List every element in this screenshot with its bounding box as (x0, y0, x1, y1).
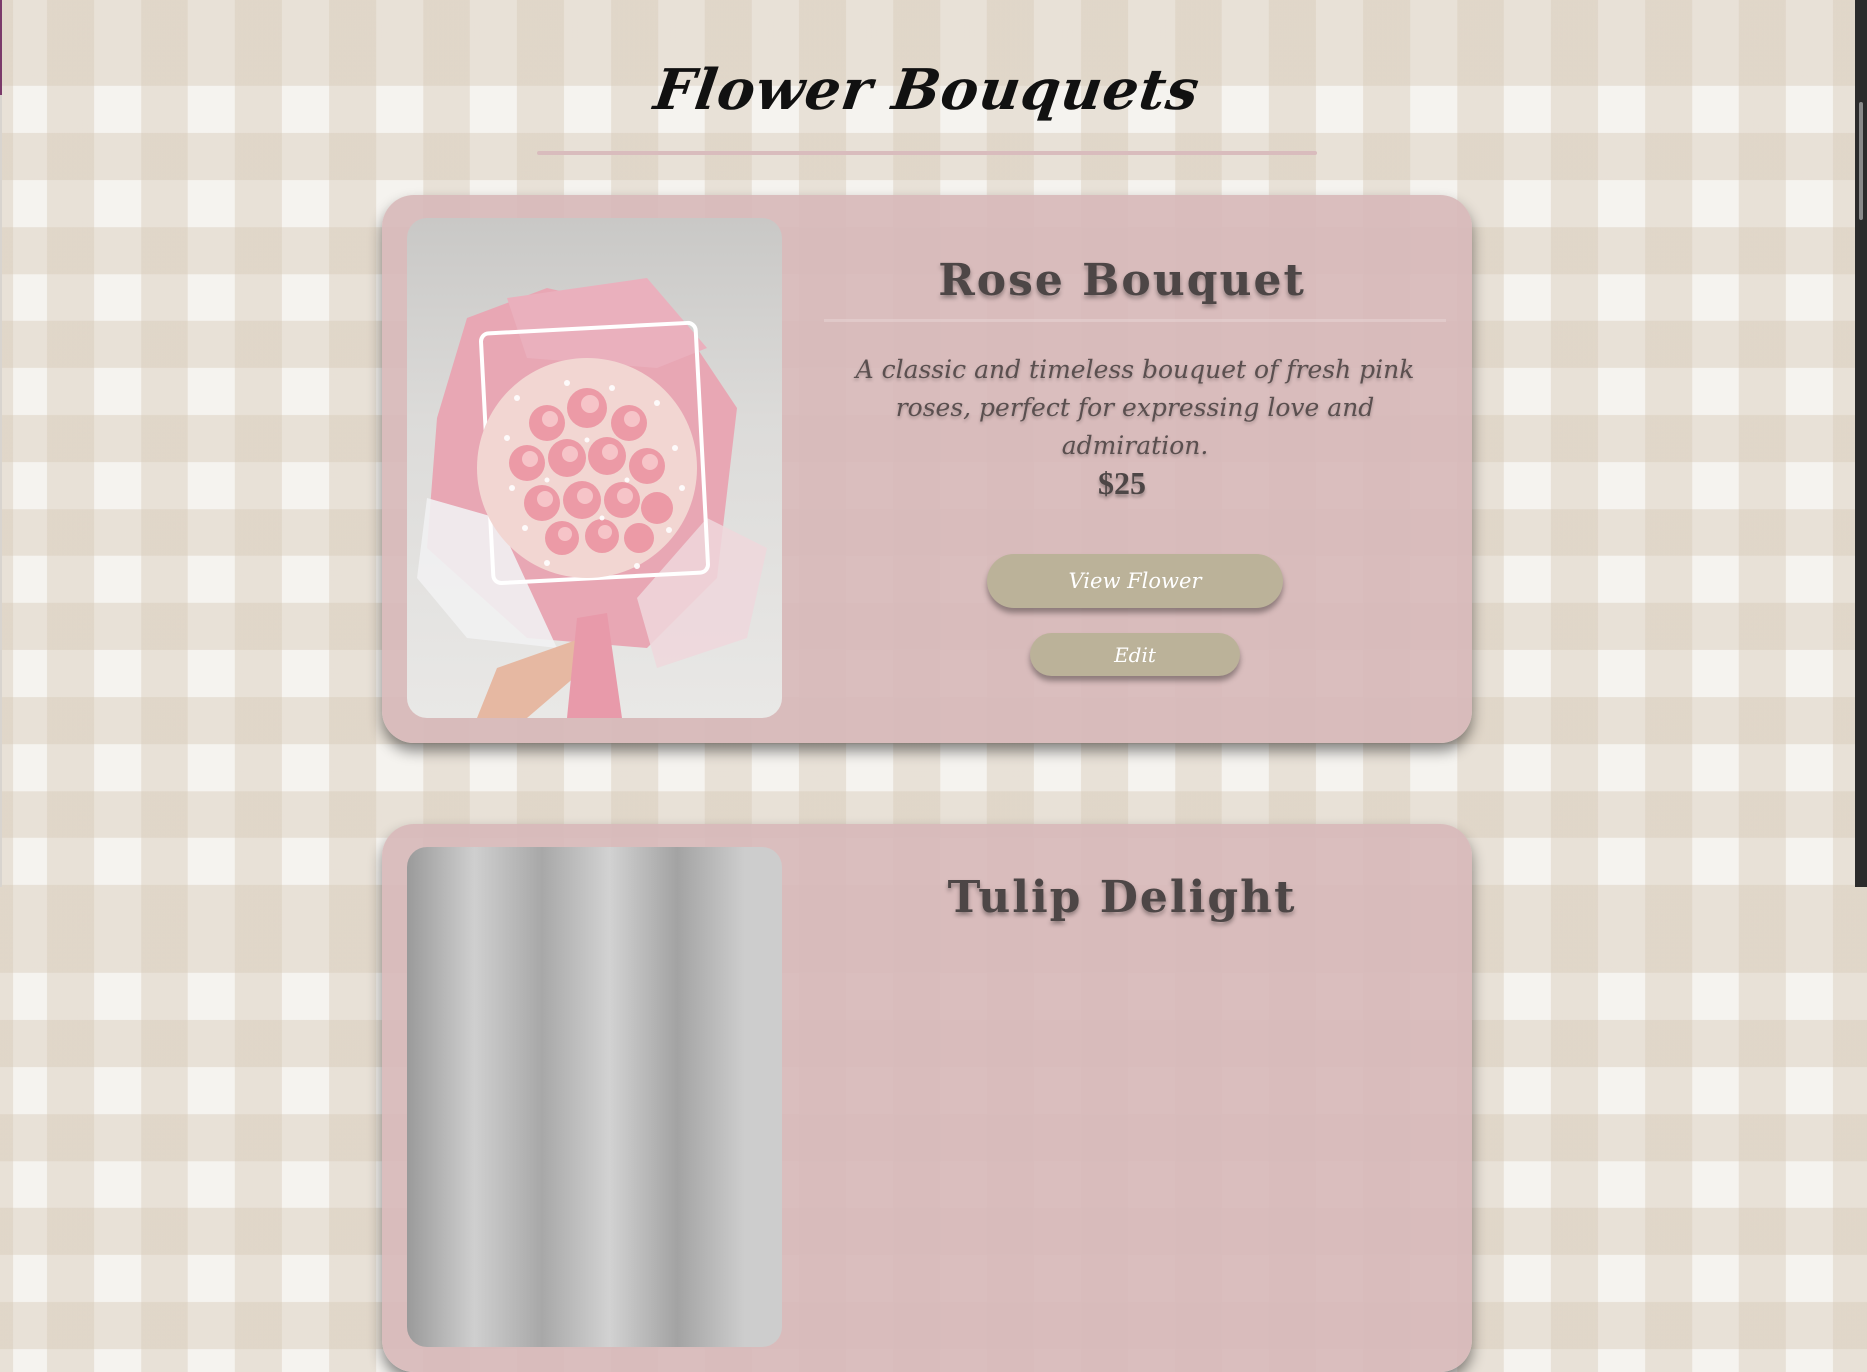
name-divider (824, 319, 1446, 322)
product-description: A classic and timeless bouquet of fresh … (855, 355, 1415, 460)
page-title: Flower Bouquets (650, 57, 1204, 123)
product-name: Tulip Delight (947, 872, 1297, 923)
scrollbar-thumb[interactable] (1859, 102, 1863, 220)
bouquet-image (407, 847, 782, 1347)
product-name: Rose Bouquet (938, 255, 1306, 306)
scrollbar[interactable] (1855, 0, 1867, 887)
product-info: Rose Bouquet A classic and timeless bouq… (802, 195, 1446, 743)
product-card-rose-bouquet: Rose Bouquet A classic and timeless bouq… (382, 195, 1472, 743)
edit-button[interactable]: Edit (1030, 633, 1240, 676)
product-card-tulip-delight: Tulip Delight (382, 824, 1472, 1372)
product-price: $25 (1098, 465, 1146, 501)
product-info: Tulip Delight (802, 824, 1442, 1372)
bouquet-image (407, 218, 782, 718)
view-flower-button[interactable]: View Flower (987, 554, 1283, 608)
title-divider (537, 151, 1317, 155)
window-left-edge (0, 0, 2, 887)
